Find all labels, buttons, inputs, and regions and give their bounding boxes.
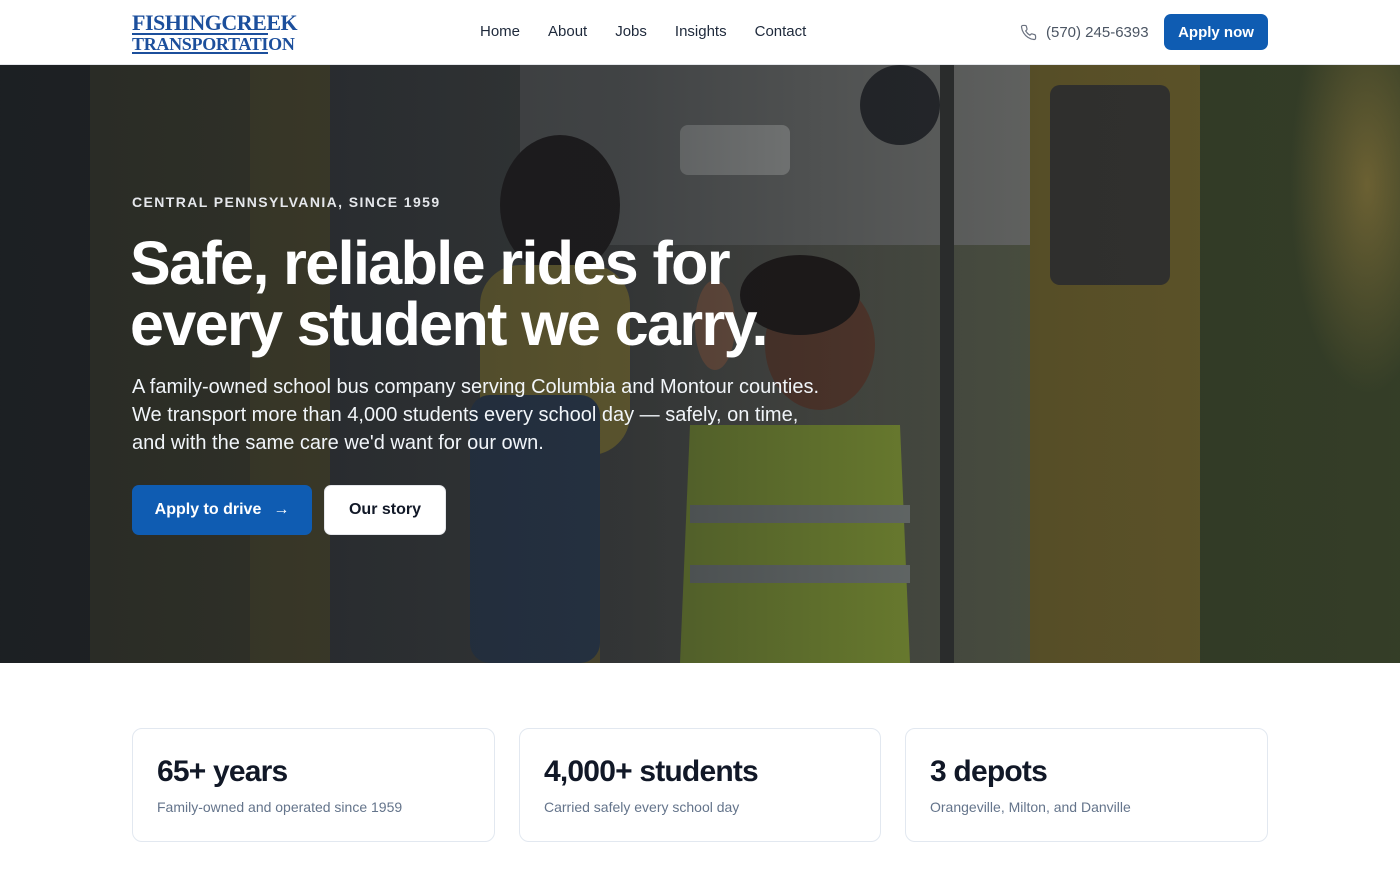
phone-number: (570) 245-6393 [1046,23,1149,41]
logo-line-1: FISHINGCREEK [132,10,298,35]
stat-value: 3 depots [930,755,1048,788]
nav-insights-link[interactable]: Insights [661,0,741,64]
hero-section: CENTRAL PENNSYLVANIA, SINCE 1959 Safe, r… [0,65,1400,663]
hero-eyebrow: CENTRAL PENNSYLVANIA, SINCE 1959 [132,194,441,210]
nav-home-link[interactable]: Home [466,0,534,64]
phone-icon [1020,24,1037,40]
nav-about-link[interactable]: About [534,0,601,64]
phone-link[interactable]: (570) 245-6393 [1020,0,1149,64]
logo-line-2: TRANSPORTATION [132,34,295,54]
stat-label: Orangeville, Milton, and Danville [930,799,1131,815]
apply-now-button[interactable]: Apply now [1164,14,1268,50]
arrow-right-icon: → [273,501,290,518]
our-story-button[interactable]: Our story [324,485,446,535]
stat-value: 4,000+ students [544,755,759,788]
stat-label: Carried safely every school day [544,799,740,815]
hero-description: A family-owned school bus company servin… [132,376,820,454]
stat-card-depots: 3 depots Orangeville, Milton, and Danvil… [905,728,1268,842]
company-logo[interactable]: FISHINGCREEK TRANSPORTATION [132,12,298,54]
hero-overlay [0,65,1400,663]
hero-headline: Safe, reliable rides for every student w… [130,229,768,358]
logo-rule-bottom [132,52,268,54]
main-nav: Home About Jobs Insights Contact [466,0,820,64]
stat-card-students: 4,000+ students Carried safely every sch… [519,728,881,842]
stat-value: 65+ years [157,755,288,788]
apply-to-drive-label: Apply to drive [154,501,262,518]
nav-contact-link[interactable]: Contact [741,0,821,64]
nav-jobs-link[interactable]: Jobs [601,0,661,64]
site-header: FISHINGCREEK TRANSPORTATION Home About J… [0,0,1400,65]
stat-card-years: 65+ years Family-owned and operated sinc… [132,728,495,842]
stat-label: Family-owned and operated since 1959 [157,799,403,815]
apply-to-drive-button[interactable]: Apply to drive → [132,485,312,535]
